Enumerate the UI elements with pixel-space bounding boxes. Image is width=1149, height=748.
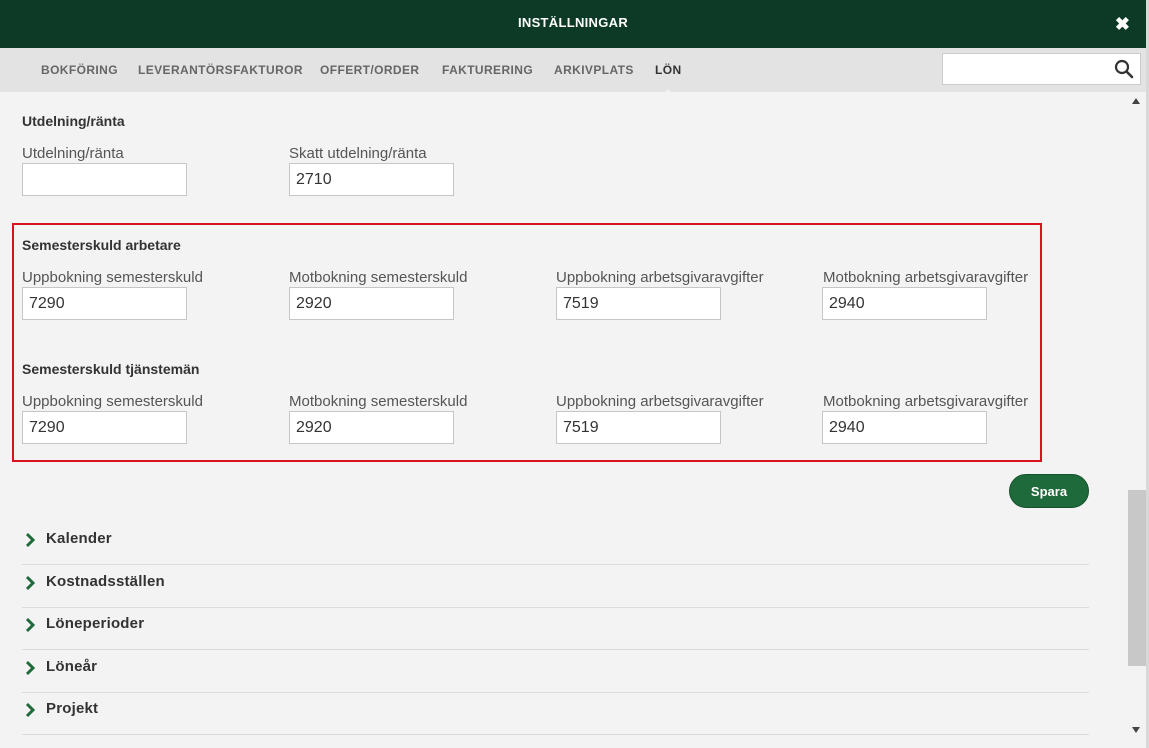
officials-employer-debit-label: Uppbokning arbetsgivaravgifter [556, 393, 764, 410]
workers-holiday-credit-label: Motbokning semesterskuld [289, 269, 468, 286]
officials-holiday-debit-label: Uppbokning semesterskuld [22, 393, 203, 410]
accordion-lonear[interactable]: Löneår [22, 653, 1089, 693]
section-title-holiday-workers: Semesterskuld arbetare [22, 237, 181, 253]
officials-holiday-debit-input[interactable] [22, 411, 187, 444]
accordion-kostnadsstallen[interactable]: Kostnadsställen [22, 568, 1089, 608]
accordion-projekt[interactable]: Projekt [22, 695, 1089, 735]
workers-employer-debit-input[interactable] [556, 287, 721, 320]
chevron-right-icon [25, 660, 36, 676]
accordion-label: Kalender [46, 530, 112, 547]
search-box [942, 53, 1141, 85]
chevron-right-icon [25, 575, 36, 591]
chevron-right-icon [25, 702, 36, 718]
accordion-kalender[interactable]: Kalender [22, 525, 1089, 565]
accordion-label: Kostnadsställen [46, 573, 165, 590]
dialog-title: INSTÄLLNINGAR [517, 15, 629, 30]
close-icon[interactable]: ✖ [1115, 14, 1130, 34]
officials-employer-credit-label: Motbokning arbetsgivaravgifter [823, 393, 1029, 410]
search-input[interactable] [943, 54, 1107, 84]
dividend-label: Utdelning/ränta [22, 145, 124, 162]
accordion-label: Löneår [46, 658, 98, 675]
tab-offert-order[interactable]: OFFERT/ORDER [320, 63, 419, 77]
tab-bar: BOKFÖRING LEVERANTÖRSFAKTUROR OFFERT/ORD… [0, 48, 1146, 96]
workers-employer-debit-label: Uppbokning arbetsgivaravgifter [556, 269, 764, 286]
tab-lon-label: LÖN [655, 63, 682, 77]
officials-holiday-credit-input[interactable] [289, 411, 454, 444]
dividend-input[interactable] [22, 163, 187, 196]
dividend-tax-input[interactable] [289, 163, 454, 196]
accordion-label: Projekt [46, 700, 99, 717]
active-tab-caret [661, 89, 676, 96]
section-title-dividend: Utdelning/ränta [22, 113, 125, 129]
workers-employer-credit-label: Motbokning arbetsgivaravgifter [823, 269, 1029, 286]
save-button[interactable]: Spara [1009, 474, 1089, 508]
dividend-tax-label: Skatt utdelning/ränta [289, 145, 427, 162]
section-title-holiday-officials: Semesterskuld tjänstemän [22, 361, 200, 377]
chevron-right-icon [25, 532, 36, 548]
accordion-loneperioder[interactable]: Löneperioder [22, 610, 1089, 650]
tab-lon[interactable]: LÖN [655, 63, 682, 96]
chevron-right-icon [25, 617, 36, 633]
officials-employer-credit-input[interactable] [822, 411, 987, 444]
scroll-thumb[interactable] [1128, 490, 1146, 666]
vertical-scrollbar[interactable] [1128, 92, 1146, 748]
tab-bokforing[interactable]: BOKFÖRING [41, 63, 118, 77]
accordion-label: Löneperioder [46, 615, 145, 632]
workers-employer-credit-input[interactable] [822, 287, 987, 320]
tab-leverantorsfakturor[interactable]: LEVERANTÖRSFAKTUROR [138, 63, 303, 77]
officials-holiday-credit-label: Motbokning semesterskuld [289, 393, 468, 410]
scroll-up-icon[interactable] [1132, 98, 1140, 104]
tab-fakturering[interactable]: FAKTURERING [442, 63, 533, 77]
tab-arkivplats[interactable]: ARKIVPLATS [554, 63, 634, 77]
search-icon[interactable] [1114, 59, 1134, 79]
officials-employer-debit-input[interactable] [556, 411, 721, 444]
workers-holiday-credit-input[interactable] [289, 287, 454, 320]
workers-holiday-debit-input[interactable] [22, 287, 187, 320]
title-bar: INSTÄLLNINGAR ✖ [0, 0, 1146, 48]
scroll-down-icon[interactable] [1132, 727, 1140, 733]
workers-holiday-debit-label: Uppbokning semesterskuld [22, 269, 203, 286]
